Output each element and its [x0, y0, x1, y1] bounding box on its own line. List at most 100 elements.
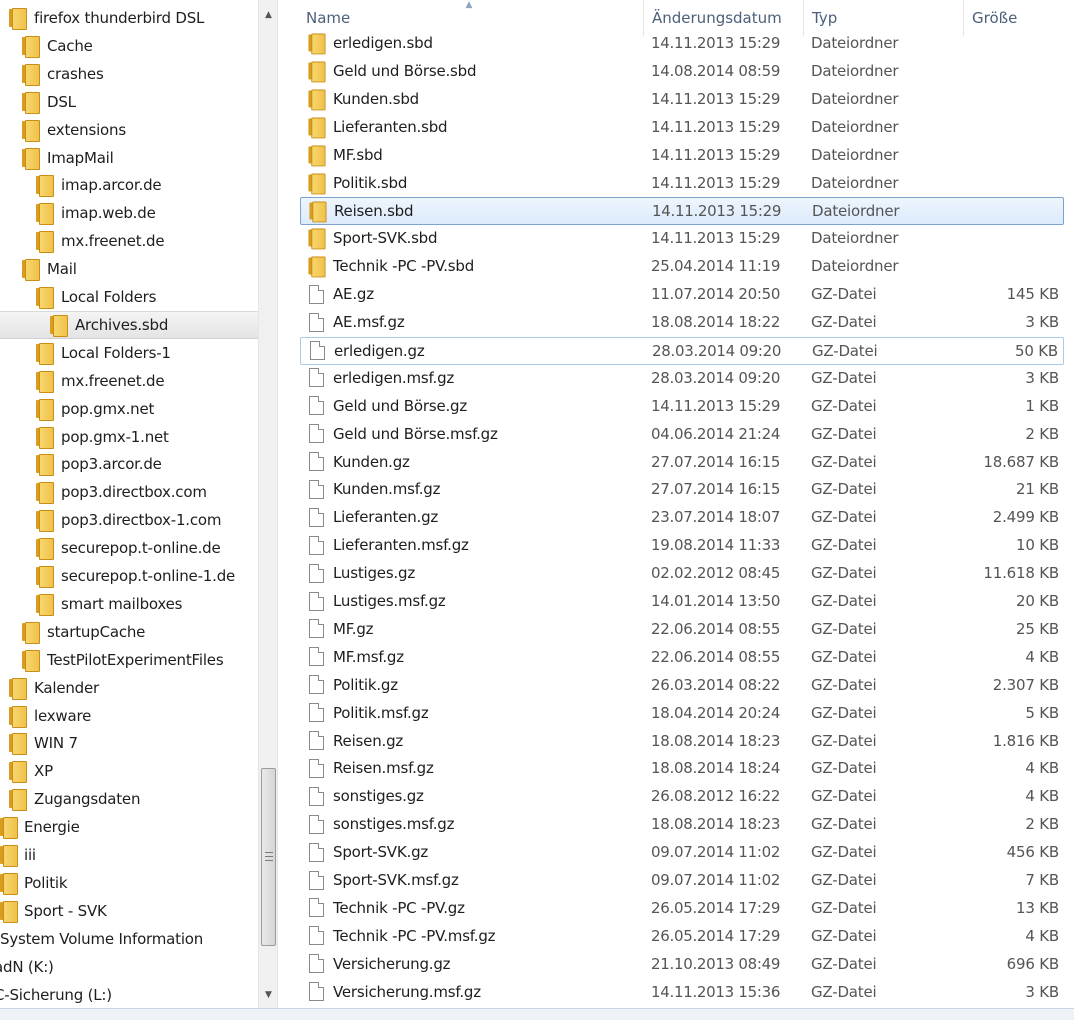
tree-item[interactable]: XP: [0, 757, 258, 785]
file-row[interactable]: Versicherung.gz 21.10.2013 08:49 GZ-Datei 6…: [300, 951, 1064, 979]
file-row[interactable]: MF.msf.gz 22.06.2014 08:55 GZ-Datei 4 KB: [300, 644, 1064, 672]
tree-item[interactable]: adN (K:): [0, 953, 258, 981]
file-row[interactable]: AE.msf.gz 18.08.2014 18:22 GZ-Datei 3 KB: [300, 309, 1064, 337]
file-row[interactable]: Lieferanten.gz 23.07.2014 18:07 GZ-Datei 2.…: [300, 504, 1064, 532]
file-row[interactable]: Sport-SVK.msf.gz 09.07.2014 11:02 GZ-Datei…: [300, 867, 1064, 895]
file-icon: [306, 895, 326, 921]
file-size: 20 KB: [1016, 592, 1059, 610]
file-name: Technik -PC -PV.msf.gz: [333, 926, 496, 945]
tree-item[interactable]: Sport - SVK: [0, 897, 258, 925]
tree-item[interactable]: Zugangsdaten: [0, 785, 258, 813]
file-row[interactable]: Technik -PC -PV.sbd 25.04.2014 11:19 Datei…: [300, 253, 1064, 281]
file-row[interactable]: Technik -PC -PV.msf.gz 26.05.2014 17:29 GZ…: [300, 923, 1064, 951]
tree-item[interactable]: startupCache: [0, 618, 258, 646]
file-row[interactable]: sonstiges.gz 26.08.2012 16:22 GZ-Datei 4 KB: [300, 783, 1064, 811]
tree-item[interactable]: firefox thunderbird DSL: [0, 4, 258, 32]
file-row[interactable]: sonstiges.msf.gz 18.08.2014 18:23 GZ-Datei…: [300, 811, 1064, 839]
tree-item-label: mx.freenet.de: [61, 371, 165, 390]
file-row[interactable]: erledigen.sbd 14.11.2013 15:29 Dateiordner: [300, 30, 1064, 58]
tree-item[interactable]: Local Folders: [0, 283, 258, 311]
file-name: erledigen.gz: [334, 341, 425, 360]
tree-item[interactable]: iii: [0, 841, 258, 869]
tree-item[interactable]: extensions: [0, 116, 258, 144]
tree-item[interactable]: Cache: [0, 32, 258, 60]
tree-item[interactable]: Energie: [0, 813, 258, 841]
file-size: 4 KB: [1025, 787, 1059, 806]
tree-item[interactable]: Kalender: [0, 674, 258, 702]
tree-item-label: DSL: [47, 92, 76, 111]
tree-item[interactable]: Politik: [0, 869, 258, 897]
file-row[interactable]: Reisen.gz 18.08.2014 18:23 GZ-Datei 1.816 K…: [300, 728, 1064, 756]
tree-item[interactable]: mx.freenet.de: [0, 367, 258, 395]
scroll-down-arrow-icon[interactable]: ▼: [259, 986, 278, 1004]
tree-item[interactable]: imap.web.de: [0, 199, 258, 227]
tree-item[interactable]: Local Folders-1: [0, 339, 258, 367]
file-row[interactable]: Kunden.msf.gz 27.07.2014 16:15 GZ-Datei 21 …: [300, 476, 1064, 504]
file-type: GZ-Datei: [811, 619, 877, 638]
file-row[interactable]: Lieferanten.msf.gz 19.08.2014 11:33 GZ-Dat…: [300, 532, 1064, 560]
tree-item[interactable]: pop3.directbox-1.com: [0, 506, 258, 534]
file-type: GZ-Datei: [811, 508, 877, 527]
file-date: 19.08.2014 11:33: [651, 536, 781, 555]
file-row[interactable]: Versicherung.msf.gz 14.11.2013 15:36 GZ-Da…: [300, 979, 1064, 1007]
tree-item[interactable]: Mail: [0, 255, 258, 283]
tree-item[interactable]: crashes: [0, 60, 258, 88]
tree-item[interactable]: DSL: [0, 88, 258, 116]
file-row[interactable]: Reisen.msf.gz 18.08.2014 18:24 GZ-Datei 4 K…: [300, 755, 1064, 783]
tree-item[interactable]: Archives.sbd: [0, 310, 258, 339]
folder-icon: [50, 314, 68, 337]
file-row[interactable]: Technik -PC -PV.gz 26.05.2014 17:29 GZ-Dat…: [300, 895, 1064, 923]
tree-item[interactable]: ImapMail: [0, 144, 258, 172]
file-row[interactable]: erledigen.gz 28.03.2014 09:20 GZ-Datei 50 K…: [300, 336, 1064, 365]
tree-item[interactable]: pop3.arcor.de: [0, 450, 258, 478]
tree-item[interactable]: pop.gmx-1.net: [0, 423, 258, 451]
tree-item[interactable]: WIN 7: [0, 729, 258, 757]
file-row[interactable]: Geld und Börse.msf.gz 04.06.2014 21:24 GZ-…: [300, 421, 1064, 449]
file-name: Lieferanten.msf.gz: [333, 536, 469, 555]
file-size: 2 KB: [1025, 424, 1059, 443]
navigation-tree[interactable]: firefox thunderbird DSL Cache crashes DSL ex…: [0, 0, 258, 1008]
file-date: 18.08.2014 18:22: [651, 313, 781, 331]
tree-item[interactable]: lexware: [0, 702, 258, 730]
file-row[interactable]: Kunden.sbd 14.11.2013 15:29 Dateiordner: [300, 86, 1064, 114]
file-list[interactable]: ▲ Name Änderungsdatum Typ Größe erledige…: [279, 0, 1074, 1008]
tree-item[interactable]: pop.gmx.net: [0, 395, 258, 423]
file-name: Politik.sbd: [333, 173, 408, 192]
file-row[interactable]: Geld und Börse.sbd 14.08.2014 08:59 Dateio…: [300, 58, 1064, 86]
file-icon: [306, 532, 326, 558]
file-row[interactable]: Geld und Börse.gz 14.11.2013 15:29 GZ-Date…: [300, 393, 1064, 421]
tree-item[interactable]: TestPilotExperimentFiles: [0, 646, 258, 674]
file-row[interactable]: Sport-SVK.sbd 14.11.2013 15:29 Dateiordner: [300, 225, 1064, 253]
file-row[interactable]: MF.sbd 14.11.2013 15:29 Dateiordner: [300, 142, 1064, 170]
file-icon: [306, 783, 326, 809]
file-row[interactable]: AE.gz 11.07.2014 20:50 GZ-Datei 145 KB: [300, 281, 1064, 309]
file-size: 11.618 KB: [983, 564, 1059, 583]
file-row[interactable]: Lustiges.gz 02.02.2012 08:45 GZ-Datei 11.61…: [300, 560, 1064, 588]
file-row[interactable]: Lustiges.msf.gz 14.01.2014 13:50 GZ-Datei 2…: [300, 588, 1064, 616]
file-icon: [306, 672, 326, 698]
nav-scrollbar[interactable]: ▲ ▼: [258, 0, 278, 1008]
file-size: 21 KB: [1016, 480, 1059, 499]
file-row[interactable]: Politik.msf.gz 18.04.2014 20:24 GZ-Datei 5 …: [300, 700, 1064, 728]
file-row[interactable]: Politik.sbd 14.11.2013 15:29 Dateiordner: [300, 170, 1064, 198]
tree-item[interactable]: imap.arcor.de: [0, 171, 258, 199]
tree-item[interactable]: mx.freenet.de: [0, 227, 258, 255]
tree-item[interactable]: pop3.directbox.com: [0, 478, 258, 506]
file-row[interactable]: Reisen.sbd 14.11.2013 15:29 Dateiordner: [300, 197, 1064, 226]
folder-icon: [36, 370, 54, 393]
tree-item[interactable]: smart mailboxes: [0, 590, 258, 618]
file-row[interactable]: MF.gz 22.06.2014 08:55 GZ-Datei 25 KB: [300, 616, 1064, 644]
tree-item[interactable]: C-Sicherung (L:): [0, 981, 258, 1009]
file-row[interactable]: erledigen.msf.gz 28.03.2014 09:20 GZ-Datei…: [300, 365, 1064, 393]
file-row[interactable]: Politik.gz 26.03.2014 08:22 GZ-Datei 2.307 …: [300, 672, 1064, 700]
tree-item[interactable]: securepop.t-online-1.de: [0, 562, 258, 590]
tree-item[interactable]: System Volume Information: [0, 925, 258, 953]
file-row[interactable]: Sport-SVK.gz 09.07.2014 11:02 GZ-Datei 456 …: [300, 839, 1064, 867]
scrollbar-thumb[interactable]: [261, 768, 276, 946]
file-name: AE.msf.gz: [333, 313, 405, 331]
scroll-up-arrow-icon[interactable]: ▲: [259, 6, 278, 24]
file-row[interactable]: Lieferanten.sbd 14.11.2013 15:29 Dateiordn…: [300, 114, 1064, 142]
tree-item[interactable]: securepop.t-online.de: [0, 534, 258, 562]
file-row[interactable]: Kunden.gz 27.07.2014 16:15 GZ-Datei 18.687 …: [300, 449, 1064, 477]
file-icon: [306, 616, 326, 642]
